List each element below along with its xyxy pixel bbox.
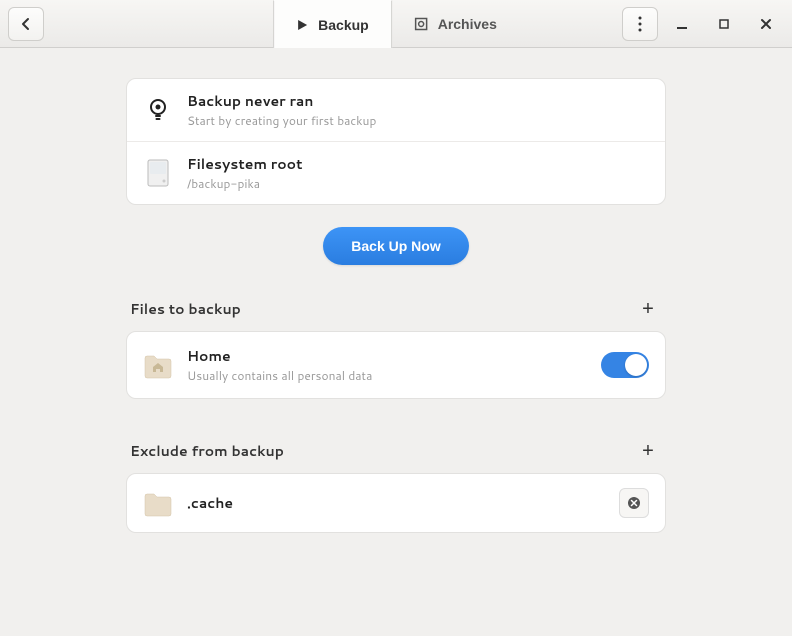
minimize-icon xyxy=(676,18,688,30)
include-item-toggle[interactable] xyxy=(601,352,649,378)
folder-icon xyxy=(143,488,173,518)
add-include-button[interactable]: + xyxy=(634,295,662,323)
destination-path: /backup-pika xyxy=(187,175,649,192)
status-title: Backup never ran xyxy=(187,91,649,111)
exclude-list: .cache xyxy=(126,473,666,533)
tab-archives-label: Archives xyxy=(438,16,497,32)
include-item: Home Usually contains all personal data xyxy=(127,332,665,398)
remove-exclude-button[interactable] xyxy=(619,488,649,518)
play-icon xyxy=(296,19,308,31)
menu-button[interactable] xyxy=(622,7,658,41)
include-section-title: Files to backup xyxy=(130,299,241,319)
maximize-button[interactable] xyxy=(706,7,742,41)
backup-now-button[interactable]: Back Up Now xyxy=(323,227,468,265)
include-item-subtitle: Usually contains all personal data xyxy=(187,367,587,384)
close-icon xyxy=(760,18,772,30)
back-button[interactable] xyxy=(8,7,44,41)
kebab-icon xyxy=(638,16,642,32)
exclude-section-title: Exclude from backup xyxy=(130,441,284,461)
tab-backup-label: Backup xyxy=(318,17,369,33)
minimize-button[interactable] xyxy=(664,7,700,41)
exclude-item: .cache xyxy=(127,474,665,532)
home-folder-icon xyxy=(143,350,173,380)
tab-archives[interactable]: Archives xyxy=(392,0,519,48)
status-subtitle: Start by creating your first backup xyxy=(187,112,649,129)
exclude-section-header: Exclude from backup + xyxy=(126,429,666,473)
disk-icon xyxy=(143,158,173,188)
exclude-item-title: .cache xyxy=(187,493,605,513)
remove-icon xyxy=(627,496,641,510)
tab-backup[interactable]: Backup xyxy=(273,0,392,48)
archive-icon xyxy=(414,17,428,31)
destination-row[interactable]: Filesystem root /backup-pika xyxy=(127,141,665,204)
lightbulb-icon xyxy=(143,95,173,125)
titlebar: Backup Archives xyxy=(0,0,792,48)
close-button[interactable] xyxy=(748,7,784,41)
add-exclude-button[interactable]: + xyxy=(634,437,662,465)
status-card-group: Backup never ran Start by creating your … xyxy=(126,78,666,205)
status-row: Backup never ran Start by creating your … xyxy=(127,79,665,141)
main-content: Backup never ran Start by creating your … xyxy=(0,48,792,533)
maximize-icon xyxy=(718,18,730,30)
include-list: Home Usually contains all personal data xyxy=(126,331,666,399)
include-item-title: Home xyxy=(187,346,587,366)
destination-title: Filesystem root xyxy=(187,154,649,174)
include-section-header: Files to backup + xyxy=(126,287,666,331)
